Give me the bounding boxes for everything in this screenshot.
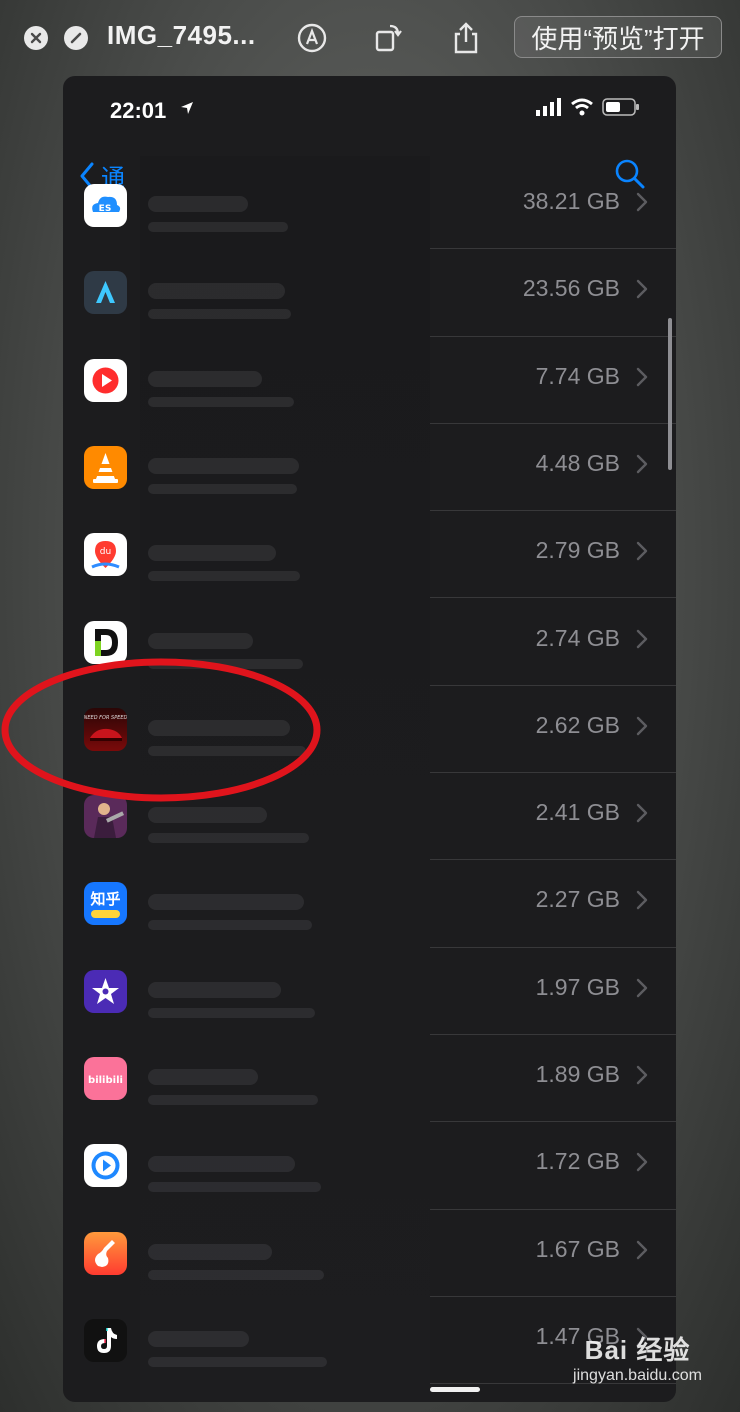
cloud-app-icon: ES [84,184,127,227]
baidu-map-app-icon: du [84,533,127,577]
app-size: 2.74 GB [535,624,620,651]
blurred-text [148,1243,272,1260]
rotate-icon[interactable] [370,20,406,56]
zhihu-app-icon: 知乎 [84,882,127,926]
blurred-text [148,396,294,407]
app-size: 2.41 GB [535,799,620,826]
chevron-right-icon [636,279,648,304]
app-size: 2.62 GB [535,711,620,738]
chevron-right-icon [636,541,648,566]
fullscreen-icon[interactable] [64,26,88,50]
chevron-right-icon [636,803,648,828]
status-time: 22:01 [110,98,167,123]
blurred-text [148,457,299,474]
blurred-text [148,658,303,669]
blurred-text [148,571,300,582]
app-size: 1.89 GB [535,1061,620,1087]
battery-icon [602,98,640,121]
close-icon[interactable] [24,26,48,50]
location-arrow-icon [179,100,195,121]
need-for-speed-app-icon: NEED FOR SPEED [84,707,127,751]
blurred-text [148,222,288,232]
blurred-text [148,370,262,387]
chevron-right-icon [636,890,648,915]
watermark-url: jingyan.baidu.com [573,1367,702,1384]
blurred-text [148,196,248,212]
app-size: 23.56 GB [522,275,620,302]
blurred-text [148,1182,321,1193]
app-size: 2.79 GB [535,537,620,564]
home-indicator[interactable] [430,1387,480,1392]
blurred-text [148,981,281,998]
vlc-cone-app-icon [84,445,127,489]
chevron-right-icon [636,716,648,741]
app-size: 2.27 GB [535,886,620,913]
svg-text:NEED FOR SPEED: NEED FOR SPEED [84,715,127,721]
blurred-text [148,1156,295,1173]
bilibili-app-icon: bilibili [84,1057,127,1100]
blurred-text [148,920,312,931]
chevron-right-icon [636,1065,648,1090]
app-size: 38.21 GB [522,188,620,214]
file-title: IMG_7495... [107,20,256,50]
app-size: 1.72 GB [535,1148,620,1175]
svg-text:du: du [100,547,111,557]
svg-text:ES: ES [99,204,112,214]
status-indicators [536,98,640,121]
imovie-star-app-icon [84,969,127,1013]
app-size: 7.74 GB [535,362,620,389]
blurred-text [148,545,276,562]
scroll-indicator[interactable] [668,318,672,470]
game-character-app-icon [84,795,127,839]
chevron-right-icon [636,454,648,479]
chevron-right-icon [636,629,648,654]
blurred-text [148,833,309,844]
blurred-text [148,807,267,824]
blurred-text [148,745,306,756]
app-size: 1.97 GB [535,973,620,1000]
blurred-text [148,1269,324,1280]
markup-icon[interactable] [294,20,330,56]
chevron-right-icon [636,192,648,217]
d-letter-app-icon [84,620,127,664]
share-icon[interactable] [448,20,484,56]
blurred-text [148,1330,249,1347]
video-play-app-icon [84,358,127,402]
video-player-app-icon [84,1144,127,1188]
blurred-text [148,1356,327,1367]
quicklook-toolbar: IMG_7495... 使用“预览”打开 [0,0,740,76]
chevron-right-icon [636,1240,648,1265]
cellular-signal-icon [536,98,562,121]
watermark-logo: Bai 经验 [584,1335,691,1365]
wifi-icon [570,98,594,121]
garageband-app-icon [84,1231,127,1275]
blurred-text [148,1007,315,1018]
blurred-text [148,1095,318,1105]
blurred-text [148,283,285,300]
blurred-text [148,483,297,494]
open-with-preview-button[interactable]: 使用“预览”打开 [514,16,722,58]
phone-screenshot: 22:01 通 间 ES38.21 GB23.56 GB7.74 GB4.48 … [63,76,676,1402]
svg-text:知乎: 知乎 [90,890,120,908]
app-size: 4.48 GB [535,449,620,476]
chevron-right-icon [636,978,648,1003]
blurred-text [148,1069,258,1085]
blurred-text [148,632,253,649]
chevron-right-icon [636,367,648,392]
chevron-right-icon [636,1152,648,1177]
blurred-text [148,309,291,320]
svg-text:bilibili: bilibili [88,1075,123,1086]
tiktok-app-icon [84,1318,127,1362]
blurred-text [148,894,304,911]
blurred-redaction [140,156,430,1402]
a-letter-app-icon [84,271,127,315]
app-size: 1.67 GB [535,1235,620,1262]
baidu-watermark: Bai 经验 jingyan.baidu.com [573,1330,702,1385]
blurred-text [148,719,290,736]
